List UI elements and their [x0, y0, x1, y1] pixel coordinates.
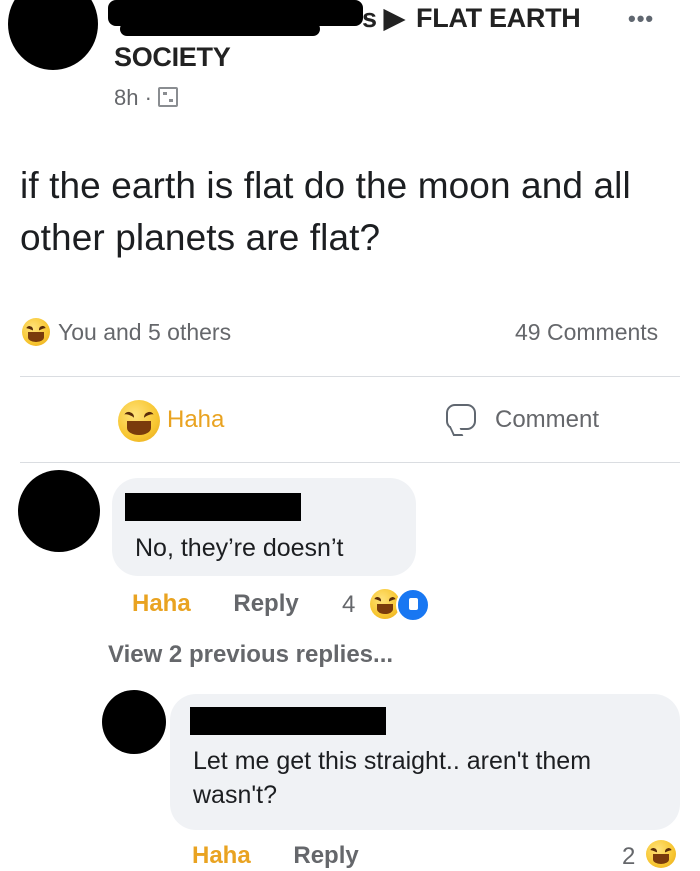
privacy-group-icon	[158, 87, 179, 107]
comment-button[interactable]: Comment	[495, 406, 599, 434]
comment-text: No, they’re doesn’t	[135, 534, 344, 562]
comment-reaction-count[interactable]: 4	[342, 591, 355, 619]
group-avatar[interactable]	[8, 0, 98, 70]
divider	[20, 462, 680, 463]
comment-icon[interactable]	[446, 404, 476, 430]
post-time[interactable]: 8h	[114, 85, 138, 110]
comment-haha-button[interactable]: Haha	[132, 590, 191, 617]
comment-actions: Haha Reply	[132, 590, 299, 618]
reactions-summary[interactable]: You and 5 others	[58, 319, 231, 346]
haha-emoji-icon[interactable]	[118, 400, 160, 442]
redacted-poster-name	[120, 22, 320, 36]
comment-reply-button[interactable]: Reply	[233, 590, 298, 617]
breadcrumb-arrow: s ▶	[362, 3, 405, 33]
group-name-line2[interactable]: SOCIETY	[114, 42, 231, 73]
haha-emoji-icon	[646, 840, 676, 868]
redacted-commenter-name	[190, 707, 386, 735]
group-name[interactable]: FLAT EARTH	[416, 3, 581, 34]
comment-reaction-count[interactable]: 2	[622, 843, 635, 871]
more-icon[interactable]: •••	[628, 6, 654, 32]
commenter-avatar[interactable]	[18, 470, 100, 552]
comment-haha-button[interactable]: Haha	[192, 842, 251, 869]
haha-emoji-icon	[22, 318, 50, 346]
comment-reply-button[interactable]: Reply	[293, 842, 358, 869]
divider	[20, 376, 680, 377]
post-body: if the earth is flat do the moon and all…	[20, 165, 631, 258]
commenter-avatar[interactable]	[102, 690, 166, 754]
post-meta: 8h ·	[114, 85, 179, 111]
comments-count[interactable]: 49 Comments	[515, 319, 658, 346]
redacted-commenter-name	[125, 493, 301, 521]
view-previous-replies[interactable]: View 2 previous replies...	[108, 641, 393, 669]
comment-text: Let me get this straight.. aren't them w…	[193, 747, 592, 809]
comment-actions: Haha Reply	[192, 842, 359, 870]
meta-separator: ·	[144, 85, 152, 110]
like-icon	[396, 588, 430, 622]
haha-button[interactable]: Haha	[167, 406, 224, 434]
